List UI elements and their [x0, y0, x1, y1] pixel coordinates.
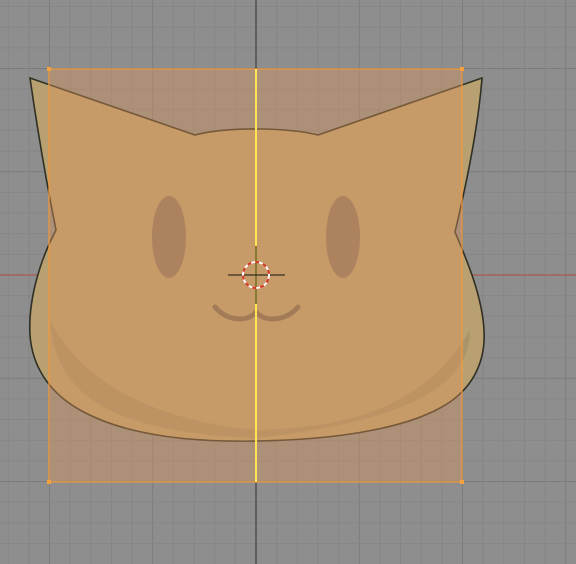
plane-vertex-bottom-left[interactable] [47, 480, 51, 484]
3d-viewport[interactable] [0, 0, 576, 564]
plane-vertex-bottom-right[interactable] [460, 480, 464, 484]
plane-vertex-top-right[interactable] [460, 67, 464, 71]
viewport-canvas[interactable] [0, 0, 576, 564]
plane-vertex-top-left[interactable] [47, 67, 51, 71]
